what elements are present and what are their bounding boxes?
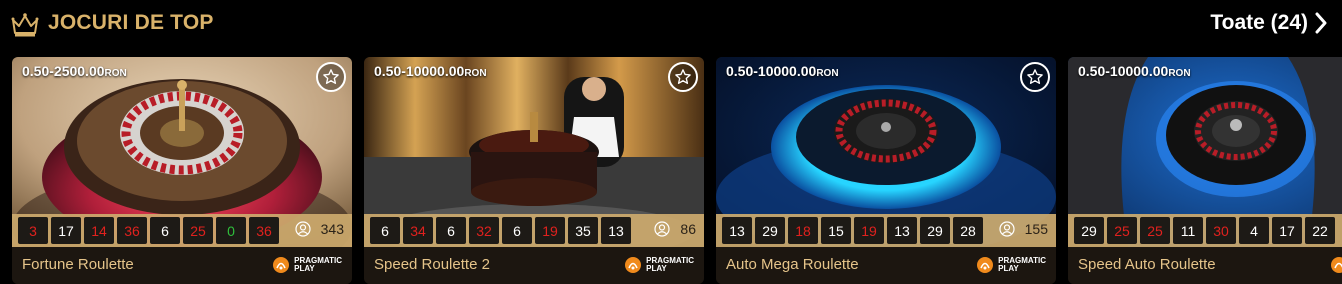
pragmatic-play-logo-icon — [977, 257, 994, 273]
game-card[interactable]: 0.50-10000.00RON 29 25 25 11 30 4 17 22 … — [1068, 57, 1342, 284]
result-number: 35 — [568, 217, 598, 244]
player-count-value: 155 — [1024, 221, 1048, 237]
pragmatic-play-logo-icon — [625, 257, 642, 273]
recent-results: 13 29 18 15 19 13 29 28 — [722, 217, 983, 244]
result-number: 28 — [953, 217, 983, 244]
result-number: 29 — [755, 217, 785, 244]
bet-limits: 0.50-10000.00RON — [374, 63, 487, 79]
bet-limits: 0.50-2500.00RON — [22, 63, 127, 79]
chevron-right-icon — [1315, 12, 1327, 34]
result-number: 25 — [1107, 217, 1137, 244]
game-card[interactable]: 0.50-2500.00RON 3 17 14 36 6 25 0 36 343… — [12, 57, 352, 284]
star-icon — [675, 69, 691, 84]
game-info: Fortune Roulette PRAGMATIC PLAY — [12, 247, 352, 284]
provider-logo — [1330, 256, 1342, 274]
result-number: 13 — [887, 217, 917, 244]
result-number: 34 — [403, 217, 433, 244]
result-number: 25 — [183, 217, 213, 244]
star-icon — [1027, 69, 1043, 84]
result-number: 19 — [535, 217, 565, 244]
provider-logo: PRAGMATIC PLAY — [976, 256, 1046, 274]
result-number: 11 — [1173, 217, 1203, 244]
result-number: 30 — [1206, 217, 1236, 244]
user-icon — [295, 221, 311, 237]
currency-label: RON — [464, 68, 487, 79]
result-number: 32 — [469, 217, 499, 244]
section-header: JOCURI DE TOP Toate (24) — [0, 0, 1342, 50]
result-number: 6 — [370, 217, 400, 244]
favorite-button[interactable] — [668, 62, 698, 92]
result-number: 17 — [51, 217, 81, 244]
results-bar: 29 25 25 11 30 4 17 22 — [1068, 214, 1342, 247]
bet-limits: 0.50-10000.00RON — [726, 63, 839, 79]
currency-label: RON — [816, 68, 839, 79]
section-title: JOCURI DE TOP — [48, 11, 214, 34]
currency-label: RON — [104, 68, 127, 79]
pragmatic-play-logo-icon — [1331, 257, 1342, 273]
see-all-label: Toate (24) — [1210, 11, 1308, 34]
result-number: 17 — [1272, 217, 1302, 244]
see-all-link[interactable]: Toate (24) — [1210, 11, 1328, 35]
result-number: 3 — [18, 217, 48, 244]
player-count: 155 — [999, 221, 1048, 237]
player-count-value: 343 — [320, 221, 344, 237]
results-bar: 13 29 18 15 19 13 29 28 155 — [716, 214, 1056, 247]
game-info: Auto Mega Roulette PRAGMATIC PLAY — [716, 247, 1056, 284]
star-icon — [323, 69, 339, 84]
result-number: 18 — [788, 217, 818, 244]
result-number: 4 — [1239, 217, 1269, 244]
bet-limits-value: 0.50-10000.00 — [726, 63, 817, 79]
favorite-button[interactable] — [1020, 62, 1050, 92]
game-name: Auto Mega Roulette — [726, 256, 859, 273]
game-name: Speed Auto Roulette — [1078, 256, 1216, 273]
results-bar: 3 17 14 36 6 25 0 36 343 — [12, 214, 352, 247]
crown-icon — [11, 13, 39, 37]
favorite-button[interactable] — [316, 62, 346, 92]
game-name: Fortune Roulette — [22, 256, 134, 273]
recent-results: 3 17 14 36 6 25 0 36 — [18, 217, 279, 244]
player-count-value: 86 — [680, 221, 696, 237]
results-bar: 6 34 6 32 6 19 35 13 86 — [364, 214, 704, 247]
result-number: 6 — [502, 217, 532, 244]
result-number: 0 — [216, 217, 246, 244]
result-number: 36 — [117, 217, 147, 244]
bet-limits-value: 0.50-10000.00 — [1078, 63, 1169, 79]
game-info: Speed Roulette 2 PRAGMATIC PLAY — [364, 247, 704, 284]
game-card[interactable]: 0.50-10000.00RON 13 29 18 15 19 13 29 28… — [716, 57, 1056, 284]
bet-limits-value: 0.50-2500.00 — [22, 63, 105, 79]
result-number: 14 — [84, 217, 114, 244]
provider-name-line2: PLAY — [998, 264, 1019, 273]
result-number: 13 — [722, 217, 752, 244]
result-number: 19 — [854, 217, 884, 244]
player-count: 86 — [654, 221, 696, 237]
recent-results: 6 34 6 32 6 19 35 13 — [370, 217, 631, 244]
result-number: 25 — [1140, 217, 1170, 244]
recent-results: 29 25 25 11 30 4 17 22 — [1074, 217, 1335, 244]
result-number: 29 — [920, 217, 950, 244]
result-number: 15 — [821, 217, 851, 244]
user-icon — [654, 221, 671, 237]
result-number: 6 — [436, 217, 466, 244]
provider-name-line2: PLAY — [294, 264, 315, 273]
game-name: Speed Roulette 2 — [374, 256, 490, 273]
result-number: 36 — [249, 217, 279, 244]
pragmatic-play-logo-icon — [273, 257, 290, 273]
provider-logo: PRAGMATIC PLAY — [272, 256, 342, 274]
bet-limits: 0.50-10000.00RON — [1078, 63, 1191, 79]
user-icon — [999, 221, 1015, 237]
result-number: 6 — [150, 217, 180, 244]
result-number: 13 — [601, 217, 631, 244]
provider-name-line2: PLAY — [646, 264, 667, 273]
game-card[interactable]: 0.50-10000.00RON 6 34 6 32 6 19 35 13 86… — [364, 57, 704, 284]
currency-label: RON — [1168, 68, 1191, 79]
game-info: Speed Auto Roulette — [1068, 247, 1342, 284]
bet-limits-value: 0.50-10000.00 — [374, 63, 465, 79]
player-count: 343 — [295, 221, 344, 237]
result-number: 22 — [1305, 217, 1335, 244]
provider-logo: PRAGMATIC PLAY — [624, 256, 694, 274]
result-number: 29 — [1074, 217, 1104, 244]
